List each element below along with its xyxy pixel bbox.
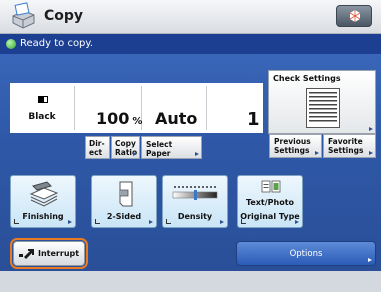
- color-mode-icon: [38, 96, 48, 103]
- copy-screen: Copy Ready to copy. Black 100% Auto 1 Di…: [0, 0, 381, 292]
- corner-mark-icon: [14, 219, 19, 224]
- document-preview-icon: [306, 88, 340, 128]
- previous-settings-label-line2: Settings: [274, 146, 310, 155]
- select-paper-button[interactable]: Select Paper: [141, 136, 202, 159]
- corner-mark-icon: [95, 219, 100, 224]
- expand-arrow-icon: [195, 152, 199, 156]
- two-sided-label: 2-Sided: [106, 212, 142, 221]
- status-bar: Ready to copy.: [0, 34, 381, 54]
- density-slider-icon: [172, 186, 218, 200]
- corner-mark-icon: [241, 219, 246, 224]
- favorite-settings-button[interactable]: Favorite Settings: [323, 134, 376, 158]
- expand-arrow-icon: [369, 151, 373, 155]
- favorite-settings-label-line1: Favorite: [328, 137, 363, 146]
- expand-arrow-icon: [220, 220, 224, 224]
- original-type-value: Text/Photo: [245, 198, 295, 207]
- current-settings-display: Black 100% Auto 1: [10, 83, 263, 133]
- direct-label-line2: ect: [89, 148, 103, 157]
- expand-arrow-icon: [68, 220, 72, 224]
- paper-select-value: Auto: [155, 109, 198, 128]
- copy-quantity-value: 1: [247, 109, 260, 130]
- expand-arrow-icon: [369, 127, 373, 131]
- interrupt-arrow-icon: [19, 249, 34, 259]
- finishing-label: Finishing: [22, 212, 64, 221]
- favorite-settings-label-line2: Settings: [328, 146, 364, 155]
- expand-arrow-icon: [315, 151, 319, 155]
- select-paper-label: Select Paper: [146, 140, 173, 158]
- page-title: Copy: [44, 8, 84, 24]
- bottom-strip: [0, 271, 381, 292]
- expand-arrow-icon: [133, 152, 137, 156]
- title-bar: Copy: [0, 0, 381, 34]
- copy-ratio-value: 100%: [96, 109, 142, 128]
- check-settings-label: Check Settings: [273, 74, 341, 83]
- status-message: Ready to copy.: [20, 38, 94, 49]
- main-menu-button[interactable]: [336, 5, 372, 27]
- interrupt-label: Interrupt: [38, 249, 80, 258]
- corner-mark-icon: [166, 219, 171, 224]
- options-button[interactable]: Options: [236, 241, 376, 266]
- divider: [74, 86, 75, 130]
- expand-arrow-icon: [368, 258, 372, 262]
- two-sided-button[interactable]: 2-Sided: [91, 175, 157, 228]
- two-sided-page-icon: [119, 181, 133, 207]
- ratio-unit: %: [132, 116, 143, 127]
- previous-settings-button[interactable]: Previous Settings: [269, 134, 322, 158]
- color-mode-value: Black: [28, 112, 56, 122]
- density-label: Density: [177, 212, 213, 221]
- gem-icon: [349, 10, 361, 22]
- original-type-label: Original Type: [240, 212, 300, 221]
- previous-settings-label-line1: Previous: [274, 137, 311, 146]
- copier-icon: [12, 2, 35, 29]
- expand-arrow-icon: [295, 220, 299, 224]
- ratio-number: 100: [96, 109, 130, 128]
- original-type-button[interactable]: Text/Photo Original Type: [237, 175, 303, 228]
- expand-arrow-icon: [149, 220, 153, 224]
- interrupt-button[interactable]: Interrupt: [13, 241, 85, 266]
- stapler-stack-icon: [29, 181, 59, 207]
- check-settings-button[interactable]: Check Settings: [268, 70, 376, 134]
- options-label: Options: [289, 249, 323, 259]
- copy-ratio-button[interactable]: Copy Ratio: [111, 136, 140, 159]
- text-photo-icon: [261, 180, 281, 193]
- finishing-button[interactable]: Finishing: [10, 175, 76, 228]
- density-button[interactable]: Density: [162, 175, 228, 228]
- ready-status-icon: [6, 39, 16, 49]
- divider: [206, 86, 207, 130]
- direct-button[interactable]: Dir- ect: [85, 136, 110, 159]
- direct-label-line1: Dir-: [89, 139, 105, 148]
- copy-ratio-label-line1: Copy: [115, 139, 136, 148]
